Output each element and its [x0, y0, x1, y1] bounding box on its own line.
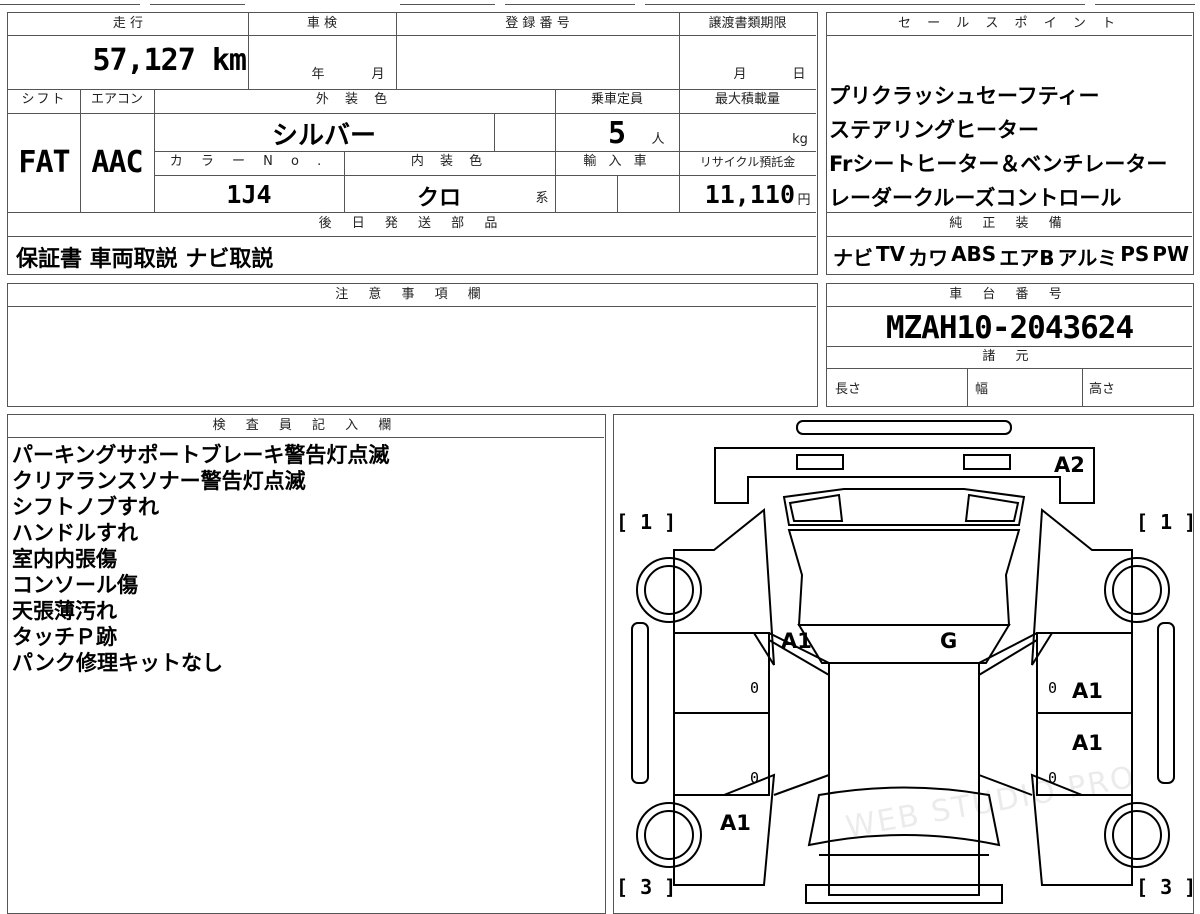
- note-item: 室内内張傷: [12, 547, 117, 571]
- specs-label: 諸 元: [982, 349, 1037, 364]
- note-item: パンク修理キットなし: [12, 651, 224, 675]
- equipment-item: PS: [1120, 242, 1150, 266]
- damage-mark-left-rear-fender: A1: [720, 811, 751, 835]
- color-no-label: カ ラ ー N o .: [169, 154, 329, 169]
- equipment-item: ABS: [951, 242, 997, 266]
- sales-point-label: セ ー ル ス ポ イ ン ト: [898, 16, 1121, 31]
- load-unit: kg: [792, 132, 808, 147]
- aircon-value: AAC: [91, 145, 143, 180]
- import-label: 輸 入 車: [583, 154, 651, 169]
- equipment-item: カワ: [908, 246, 949, 270]
- note-item: 天張薄汚れ: [12, 599, 117, 623]
- damage-mark-right-door-front: A1: [1072, 679, 1103, 703]
- deadline-day: 日: [792, 67, 806, 82]
- sales-point-list: プリクラッシュセーフティー ステアリングヒーター Frシートヒーター＆ベンチレー…: [829, 79, 1191, 215]
- interior-color-label: 内 装 色: [410, 154, 489, 169]
- zero-mark: 0: [750, 679, 760, 697]
- inspection-label: 車 検: [306, 16, 338, 31]
- sales-point-item: Frシートヒーター＆ベンチレーター: [829, 152, 1168, 176]
- aircon-label: エアコン: [90, 92, 143, 107]
- top-strip: [0, 0, 1200, 6]
- genuine-equipment-label: 純 正 装 備: [949, 216, 1070, 231]
- deadline-month: 月: [733, 67, 747, 82]
- shift-value: FAT: [18, 145, 70, 180]
- sales-point-box: セ ー ル ス ポ イ ン ト プリクラッシュセーフティー ステアリングヒーター…: [826, 12, 1194, 275]
- chassis-label: 車 台 番 号: [949, 287, 1070, 302]
- inspection-year: 年: [311, 67, 325, 82]
- note-item: パーキングサポートブレーキ警告灯点滅: [12, 443, 390, 467]
- damage-mark-rear-right: A2: [1054, 453, 1085, 477]
- bracket-1-left: [ 1 ]: [616, 510, 677, 534]
- exterior-color-label: 外 装 色: [315, 92, 394, 107]
- recycle-label: リサイクル預託金: [699, 155, 796, 169]
- length-label: 長さ: [835, 382, 862, 397]
- capacity-value: 5: [608, 116, 627, 151]
- shift-label: シフト: [21, 92, 67, 107]
- sales-point-item: レーダークルーズコントロール: [829, 186, 1122, 210]
- note-item: ハンドルすれ: [12, 521, 138, 545]
- bracket-3-left: [ 3 ]: [616, 875, 677, 899]
- car-diagram-box: [ 1 ] [ 1 ] [ 3 ] [ 3 ] A2 A1 G A1 A1 A1…: [613, 414, 1197, 914]
- zero-mark: 0: [750, 769, 760, 787]
- chassis-value: MZAH10-2043624: [885, 310, 1134, 346]
- later-parts-value: 保証書 車両取説 ナビ取説: [16, 247, 274, 272]
- bracket-1-right: [ 1 ]: [1136, 510, 1197, 534]
- caution-label: 注 意 事 項 欄: [335, 287, 489, 302]
- registration-label: 登 録 番 号: [505, 16, 570, 31]
- zero-mark: 0: [1048, 679, 1058, 697]
- interior-color-value: クロ: [416, 186, 461, 211]
- note-item: タッチＰ跡: [12, 625, 117, 649]
- width-label: 幅: [975, 382, 989, 397]
- mileage-label: 走 行: [112, 16, 144, 31]
- sales-point-item: プリクラッシュセーフティー: [829, 84, 1100, 108]
- mileage-value: 57,127 km: [92, 43, 247, 78]
- inspector-label: 検 査 員 記 入 欄: [212, 418, 400, 433]
- note-item: クリアランスソナー警告灯点滅: [12, 469, 306, 493]
- vehicle-info-table: 走 行 車 検 登 録 番 号 譲渡書類期限 57,127 km 年 月 月 日…: [7, 12, 818, 275]
- inspector-notes-list: パーキングサポートブレーキ警告灯点滅 クリアランスソナー警告灯点滅 シフトノブす…: [12, 442, 602, 676]
- equipment-item: TV: [875, 242, 906, 266]
- color-no-value: 1J4: [226, 180, 272, 209]
- caution-box: 注 意 事 項 欄: [7, 283, 818, 407]
- capacity-unit: 人: [651, 132, 665, 147]
- max-load-label: 最大積載量: [714, 92, 780, 107]
- capacity-label: 乗車定員: [590, 92, 643, 107]
- damage-mark-right-door-rear: A1: [1072, 731, 1103, 755]
- inspection-month: 月: [371, 67, 385, 82]
- chassis-box: 車 台 番 号 MZAH10-2043624 諸 元 長さ 幅 高さ: [826, 283, 1194, 407]
- recycle-value: 11,110: [704, 180, 795, 209]
- transfer-deadline-label: 譲渡書類期限: [708, 16, 787, 31]
- inspector-notes-box: 検 査 員 記 入 欄 パーキングサポートブレーキ警告灯点滅 クリアランスソナー…: [7, 414, 606, 914]
- damage-mark-hood: G: [940, 629, 958, 653]
- bracket-3-right: [ 3 ]: [1136, 875, 1197, 899]
- sales-point-item: ステアリングヒーター: [829, 118, 1039, 142]
- equipment-item: エアB: [999, 246, 1055, 270]
- note-item: コンソール傷: [12, 573, 138, 597]
- equipment-item: PW: [1152, 242, 1189, 266]
- damage-mark-front-left-fender: A1: [781, 629, 812, 653]
- interior-kei: 系: [535, 191, 549, 206]
- later-parts-label: 後 日 発 送 部 品: [318, 216, 506, 231]
- exterior-color-value: シルバー: [271, 121, 376, 151]
- note-item: シフトノブすれ: [12, 495, 159, 519]
- recycle-unit: 円: [797, 193, 811, 208]
- equipment-item: アルミ: [1057, 246, 1118, 270]
- height-label: 高さ: [1089, 382, 1116, 397]
- genuine-equipment-list: ナビ TV カワ ABS エアB アルミ PS PW: [833, 242, 1189, 271]
- equipment-item: ナビ: [833, 246, 873, 270]
